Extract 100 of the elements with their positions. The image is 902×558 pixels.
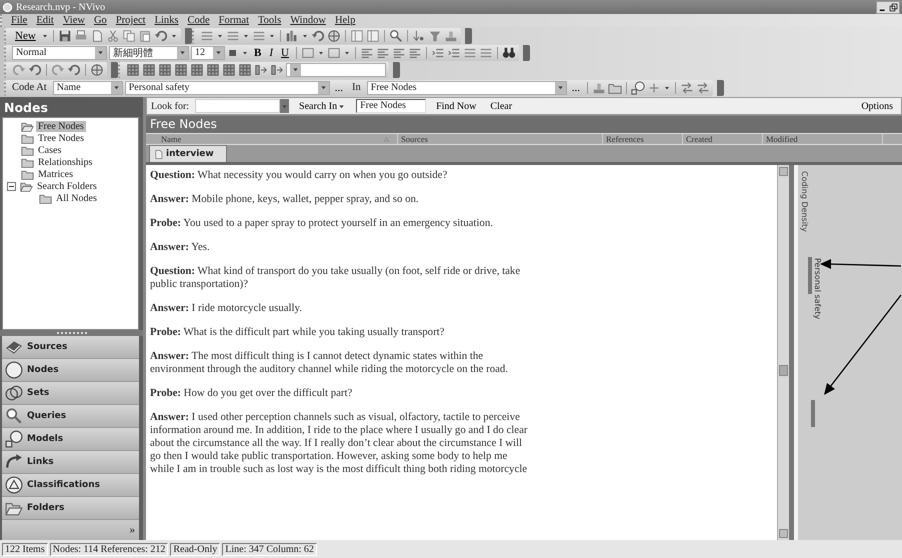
app-icon	[2, 2, 13, 12]
grid-icon[interactable]	[222, 62, 236, 76]
menu-item[interactable]: Code	[187, 15, 210, 26]
menu-item[interactable]: Format	[218, 15, 249, 26]
toolbar-options-button[interactable]	[111, 62, 118, 78]
column-header[interactable]: Created	[683, 134, 763, 144]
grid-icon[interactable]	[190, 62, 204, 76]
globe-icon[interactable]	[90, 62, 104, 76]
tree-item[interactable]: All Nodes	[54, 192, 99, 204]
transcript-paragraph: Answer: Mobile phone, keys, wallet, pepper spray, and so on.	[150, 193, 420, 206]
sort-icon[interactable]	[412, 28, 426, 42]
column-icon[interactable]	[254, 62, 268, 76]
toolbar-options-button[interactable]	[716, 80, 724, 96]
undo-icon[interactable]	[67, 62, 81, 76]
tree-item[interactable]: Cases	[36, 144, 64, 156]
restore-icon[interactable]	[888, 2, 899, 12]
navigation-button[interactable]: Links	[2, 451, 139, 474]
undo-icon[interactable]	[310, 28, 325, 42]
browse-button[interactable]: ...	[332, 82, 346, 94]
column-header[interactable]: References	[603, 134, 683, 144]
field-dropdown[interactable]: Name	[52, 80, 123, 94]
save-icon[interactable]	[58, 28, 72, 42]
grid-icon[interactable]	[174, 62, 188, 76]
column-header[interactable]: Name	[158, 134, 398, 144]
bold-button[interactable]: B	[251, 46, 264, 58]
menu-item[interactable]: Tools	[258, 15, 282, 26]
transcript-paragraph: Probe: What is the difficult part while you taking usually transport?	[150, 326, 446, 339]
new-button[interactable]: New	[12, 30, 39, 42]
binoculars-icon[interactable]	[502, 46, 516, 60]
browse-button[interactable]: ...	[568, 82, 583, 94]
column-header[interactable]: Modified	[763, 134, 883, 144]
font-size-dropdown[interactable]: 12	[191, 46, 225, 60]
toolbar-options-button[interactable]	[393, 62, 400, 78]
redo-icon[interactable]	[12, 62, 26, 76]
redo-icon[interactable]	[51, 62, 65, 76]
navigation-button[interactable]: Nodes	[2, 359, 139, 382]
paste-icon[interactable]	[138, 28, 152, 42]
navigation-button[interactable]: Sets	[2, 382, 139, 405]
location-dropdown[interactable]: Free Nodes	[366, 80, 567, 94]
underline-button[interactable]: U	[278, 46, 292, 58]
arrows-icon[interactable]	[680, 80, 694, 94]
menu-item[interactable]: Window	[290, 15, 326, 26]
panel-icon[interactable]	[350, 28, 364, 42]
tree-item[interactable]: Relationships	[36, 156, 94, 168]
stamp-icon[interactable]	[444, 28, 458, 42]
navigation-button[interactable]: Folders	[2, 497, 139, 520]
menu-item[interactable]: View	[62, 15, 85, 26]
navigation-button[interactable]: Models	[2, 428, 139, 451]
bar-chart-icon[interactable]	[284, 28, 299, 42]
document-icon	[153, 148, 164, 160]
collapse-toggle[interactable]	[7, 182, 16, 190]
navigation-button[interactable]: Sources	[2, 336, 139, 359]
copy-icon[interactable]	[122, 28, 136, 42]
tree-item[interactable]: Search Folders	[35, 180, 99, 192]
coding-density-title: Coding Density	[800, 171, 809, 232]
undo-icon[interactable]	[28, 62, 42, 76]
tree-item[interactable]: Free Nodes	[36, 120, 86, 132]
border-icon[interactable]	[300, 46, 315, 60]
pin-icon[interactable]	[630, 80, 645, 94]
font-dropdown[interactable]: 新細明體	[109, 46, 189, 60]
rings-icon	[5, 384, 23, 402]
style-dropdown[interactable]: Normal	[12, 46, 107, 60]
column-icon[interactable]	[270, 62, 284, 76]
menu-item[interactable]: Links	[154, 15, 178, 26]
grid-icon[interactable]	[238, 62, 252, 76]
menu-item[interactable]: Project	[116, 15, 146, 26]
menu-item[interactable]: Edit	[36, 15, 54, 26]
navigation-button[interactable]: Classifications	[2, 474, 139, 497]
grid-icon[interactable]	[158, 62, 172, 76]
sort-arrow-icon	[382, 134, 391, 144]
border-icon[interactable]	[326, 46, 341, 60]
column-header[interactable]: Sources	[398, 134, 603, 144]
list-title: Free Nodes	[146, 116, 902, 133]
grid-icon[interactable]	[206, 62, 220, 76]
toolbar-options-button[interactable]	[184, 28, 192, 44]
document-tab[interactable]: interview	[149, 145, 227, 162]
undo-icon[interactable]	[154, 28, 168, 42]
node-dropdown[interactable]: Personal safety	[124, 80, 330, 94]
magnifier-icon[interactable]	[388, 28, 403, 42]
stamp-icon[interactable]	[592, 80, 606, 94]
grid-icon[interactable]	[142, 62, 156, 76]
printer-icon[interactable]	[74, 28, 88, 42]
scissors-icon[interactable]	[106, 28, 120, 42]
globe-icon[interactable]	[326, 28, 341, 42]
panel-icon[interactable]	[366, 28, 380, 42]
pin-icon	[5, 430, 23, 448]
menu-item[interactable]: Help	[334, 15, 356, 26]
menu-item[interactable]: File	[11, 15, 28, 26]
tree-item[interactable]: Tree Nodes	[36, 132, 86, 144]
grid-icon[interactable]	[126, 62, 140, 76]
scroll-bar[interactable]	[777, 165, 789, 540]
italic-button[interactable]: I	[266, 46, 276, 58]
more-buttons-chevron[interactable]: »	[130, 524, 135, 536]
arrows-icon[interactable]	[696, 80, 710, 94]
menu-item[interactable]: Go	[94, 15, 107, 26]
transcript-paragraph: Question: What kind of transport do you take usually (on foot, self ride or drive, take public transportation)?	[150, 265, 522, 291]
navigation-button[interactable]: Queries	[2, 405, 139, 428]
toolbar-options-button[interactable]	[522, 44, 530, 60]
tree-item[interactable]: Matrices	[36, 168, 75, 180]
toolbar-options-button[interactable]	[464, 28, 472, 44]
